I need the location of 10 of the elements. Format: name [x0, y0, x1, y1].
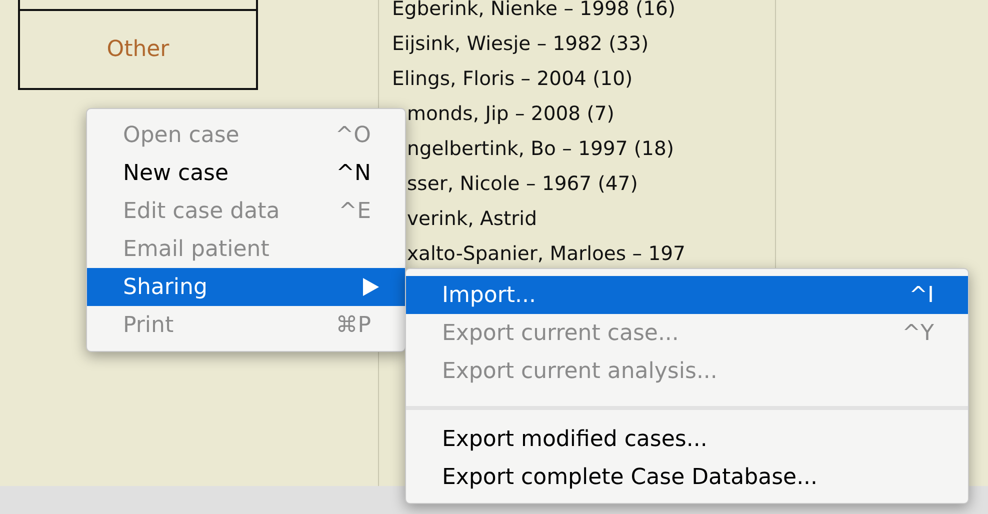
patient-list-item[interactable]: Elings, Floris – 2004 (10) — [379, 61, 775, 96]
menu-item[interactable]: Export complete Case Database... — [406, 458, 968, 496]
category-box[interactable]: Other — [18, 0, 258, 90]
menu-item[interactable]: Sharing — [87, 268, 405, 306]
menu-item[interactable]: Import... ^I — [406, 276, 968, 314]
patient-list-item[interactable]: Egberink, Nienke – 1998 (16) — [379, 0, 775, 26]
menu-item[interactable]: New case ^N — [87, 154, 405, 192]
menu-item[interactable]: Export modified cases... — [406, 420, 968, 458]
patient-list-item[interactable]: Eijsink, Wiesje – 1982 (33) — [379, 26, 775, 61]
category-label: Other — [106, 37, 170, 62]
